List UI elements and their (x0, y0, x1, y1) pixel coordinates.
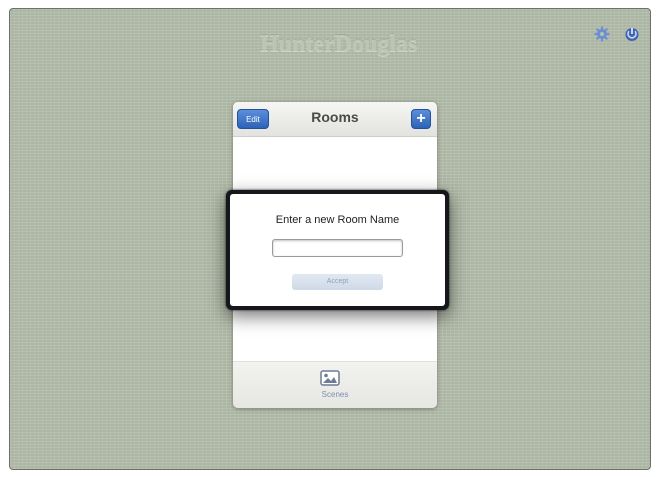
power-icon[interactable] (623, 25, 641, 43)
room-name-input[interactable] (272, 239, 403, 257)
picture-icon (320, 370, 340, 391)
brand-logo: HunterDouglas (260, 31, 418, 57)
dialog-body: Enter a new Room Name Accept (230, 194, 445, 306)
new-room-dialog: Enter a new Room Name Accept (226, 190, 449, 310)
dialog-title: Enter a new Room Name (275, 214, 400, 226)
app-frame: HunterDouglas Edit Rooms + Scenes Enter … (9, 8, 651, 470)
rooms-panel-header: Edit Rooms + (233, 102, 437, 137)
scenes-tab[interactable]: Scenes (233, 361, 437, 408)
rooms-title: Rooms (311, 109, 359, 125)
accept-button[interactable]: Accept (292, 274, 383, 290)
gear-icon[interactable] (593, 25, 611, 43)
edit-button[interactable]: Edit (237, 109, 269, 129)
add-room-button[interactable]: + (411, 109, 431, 129)
scenes-label: Scenes (321, 390, 349, 399)
